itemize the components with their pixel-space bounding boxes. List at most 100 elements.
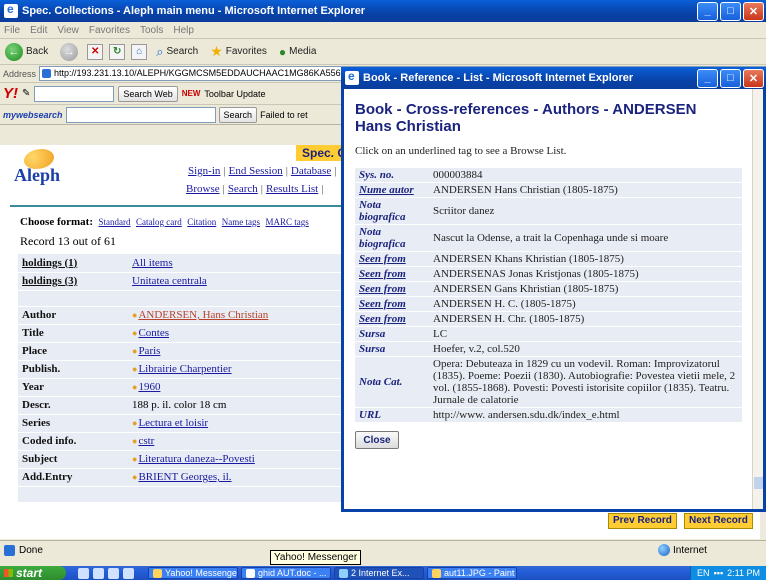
popup-minimize-button[interactable]: _ [697, 68, 718, 88]
reference-row: Nota Cat. Opera: Debuteaza in 1829 cu un … [355, 357, 742, 407]
home-icon[interactable]: ⌂ [131, 43, 148, 60]
mywebsearch-search-button[interactable]: Search [218, 106, 258, 123]
minimize-button[interactable]: _ [697, 1, 718, 21]
format-standard[interactable]: Standard [99, 217, 131, 227]
field-link[interactable]: cstr [138, 435, 154, 447]
favorites-button[interactable]: ★ Favorites [207, 41, 270, 63]
ie-quicklaunch-icon[interactable] [78, 567, 89, 579]
popup-close-form-button[interactable]: Close [355, 431, 399, 449]
mywebsearch-input[interactable] [65, 106, 216, 123]
field-label: Title [18, 324, 128, 343]
reference-row: Seen from ANDERSEN H. Chr. (1805-1875) [355, 312, 742, 326]
browse-link[interactable]: Browse [186, 183, 220, 195]
format-catalog-card[interactable]: Catalog card [136, 217, 182, 227]
aleph-logo[interactable]: Aleph [14, 149, 84, 187]
language-indicator[interactable]: EN [697, 568, 710, 578]
popup-close-button[interactable]: ✕ [743, 68, 764, 88]
field-value: ●Paris [128, 342, 344, 361]
field-link[interactable]: Lectura et loisir [138, 417, 208, 429]
reference-tag[interactable]: Seen from [355, 282, 429, 296]
reference-row: URL http://www. andersen.sdu.dk/index_e.h… [355, 408, 742, 422]
field-link[interactable]: Librairie Charpentier [138, 363, 231, 375]
ie-task-icon [339, 568, 348, 578]
menu-file[interactable]: File [4, 25, 20, 36]
back-button[interactable]: ← Back [2, 41, 51, 63]
bullet-icon: ● [132, 418, 138, 428]
messenger-quicklaunch-icon[interactable] [123, 567, 134, 579]
address-label: Address [3, 68, 37, 79]
spacer-cell [128, 290, 344, 307]
popup-maximize-button[interactable]: □ [720, 68, 741, 88]
start-button[interactable]: start [0, 566, 66, 580]
menu-view[interactable]: View [57, 25, 79, 36]
field-label: Add.Entry [18, 468, 128, 487]
holdings-label[interactable]: holdings (1) [18, 254, 128, 273]
field-label: Series [18, 414, 128, 433]
end-session-link[interactable]: End Session [229, 165, 283, 177]
format-name-tags[interactable]: Name tags [222, 217, 260, 227]
toolbar-update-link[interactable]: Toolbar Update [204, 89, 265, 99]
field-value: ●Contes [128, 324, 344, 343]
refresh-icon[interactable]: ↻ [109, 43, 126, 60]
main-title-bar[interactable]: Spec. Collections - Aleph main menu - Mi… [0, 0, 766, 22]
reference-tag[interactable]: Seen from [355, 297, 429, 311]
field-row: Publish. ●Librairie Charpentier [18, 360, 344, 379]
menu-tools[interactable]: Tools [140, 25, 163, 36]
next-record-button[interactable]: Next Record [684, 513, 753, 529]
field-link[interactable]: ANDERSEN, Hans Christian [138, 309, 268, 321]
yahoo-search-input[interactable] [34, 85, 115, 102]
maximize-button[interactable]: □ [720, 1, 741, 21]
field-link[interactable]: Literatura daneza--Povesti [138, 453, 254, 465]
popup-title-bar[interactable]: Book - Reference - List - Microsoft Inte… [341, 67, 766, 89]
media-quicklaunch-icon[interactable] [108, 567, 119, 579]
menu-help[interactable]: Help [173, 25, 194, 36]
field-link[interactable]: Contes [138, 327, 169, 339]
reference-tag[interactable]: Nume autor [355, 183, 429, 197]
task-word-doc[interactable]: ghid AUT.doc - ... [241, 567, 331, 579]
media-button[interactable]: ● Media [276, 41, 320, 63]
stop-icon[interactable]: ✕ [87, 43, 104, 60]
format-marc-tags[interactable]: MARC tags [266, 217, 309, 227]
desktop-quicklaunch-icon[interactable] [93, 567, 104, 579]
popup-scrollbar[interactable] [752, 89, 763, 509]
reference-tag: Nota biografica [355, 198, 429, 224]
yahoo-logo[interactable]: Y! [3, 85, 18, 102]
forward-button[interactable]: → [57, 41, 81, 63]
close-button[interactable]: ✕ [743, 1, 764, 21]
popup-window-title: Book - Reference - List - Microsoft Inte… [363, 72, 634, 84]
task-yahoo-messenger[interactable]: Yahoo! Messenger [148, 567, 238, 579]
holdings-label[interactable]: holdings (3) [18, 272, 128, 291]
field-value: ●cstr [128, 432, 344, 451]
menu-favorites[interactable]: Favorites [89, 25, 130, 36]
popup-scroll-thumb[interactable] [754, 477, 763, 489]
mywebsearch-logo[interactable]: mywebsearch [3, 110, 63, 120]
reference-tag[interactable]: Seen from [355, 267, 429, 281]
tray-icons[interactable]: ▪▪▪ [714, 568, 724, 578]
field-row: Author ●ANDERSEN, Hans Christian [18, 306, 344, 325]
search-link[interactable]: Search [228, 183, 258, 195]
holdings-link[interactable]: Unitatea centrala [132, 275, 207, 287]
field-value: ●BRIENT Georges, il. [128, 468, 344, 487]
field-link[interactable]: BRIENT Georges, il. [138, 471, 231, 483]
field-row: Add.Entry ●BRIENT Georges, il. [18, 468, 344, 487]
reference-value: ANDERSEN H. Chr. (1805-1875) [429, 312, 742, 326]
task-paint[interactable]: aut11.JPG - Paint [427, 567, 517, 579]
field-link[interactable]: 1960 [138, 381, 160, 393]
results-list-link[interactable]: Results List [266, 183, 318, 195]
yahoo-search-web-button[interactable]: Search Web [118, 85, 178, 102]
search-button[interactable]: ⌕ Search [153, 41, 201, 63]
reference-tag[interactable]: Seen from [355, 252, 429, 266]
database-link[interactable]: Database [291, 165, 331, 177]
format-citation[interactable]: Citation [187, 217, 216, 227]
sign-in-link[interactable]: Sign-in [188, 165, 220, 177]
reference-tag[interactable]: Seen from [355, 312, 429, 326]
task-internet-explorer[interactable]: 2 Internet Ex... [334, 567, 424, 579]
pencil-icon[interactable]: ✎ [22, 88, 30, 99]
menu-edit[interactable]: Edit [30, 25, 47, 36]
reference-tag: Sys. no. [355, 168, 429, 182]
prev-record-button[interactable]: Prev Record [608, 513, 677, 529]
bullet-icon: ● [132, 364, 138, 374]
holdings-link[interactable]: All items [132, 257, 173, 269]
field-link[interactable]: Paris [138, 345, 160, 357]
reference-row: Nume autor ANDERSEN Hans Christian (1805-… [355, 183, 742, 197]
